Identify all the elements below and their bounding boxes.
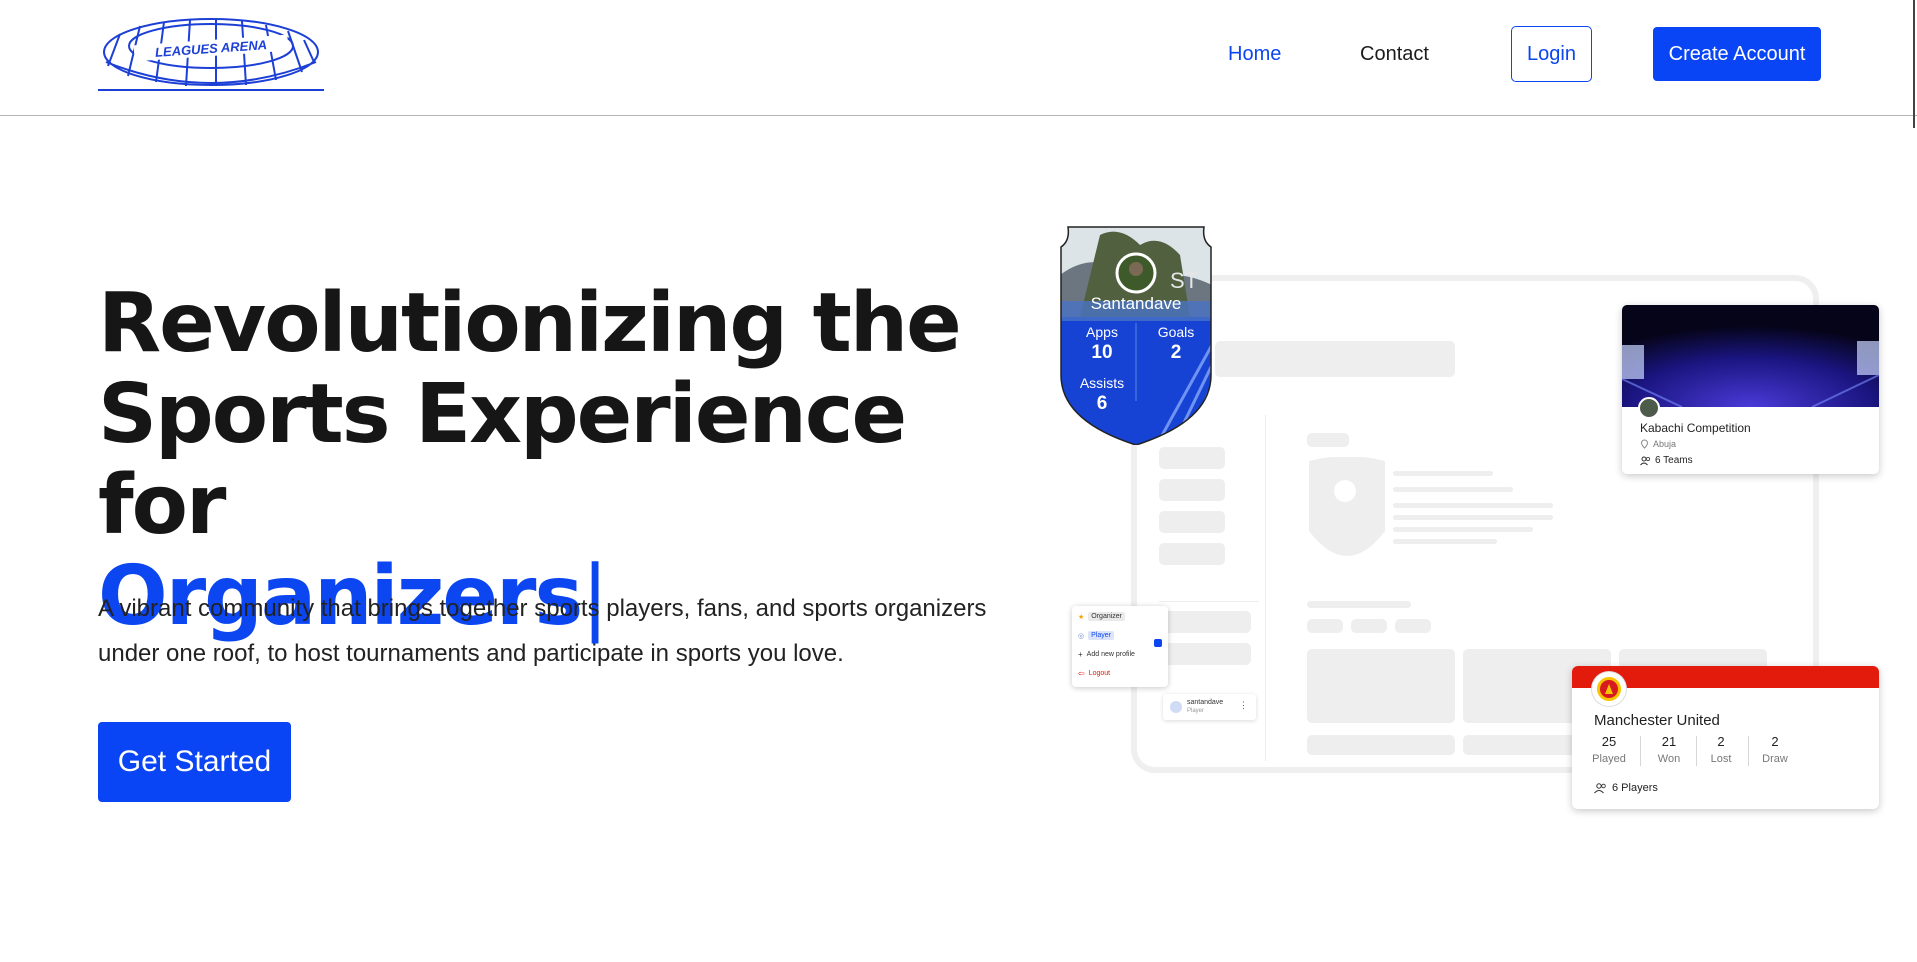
get-started-button[interactable]: Get Started (98, 722, 291, 802)
more-options-icon[interactable]: ⋮ (1239, 700, 1248, 711)
hero-title-line2: Sports Experience for (98, 367, 907, 553)
lost-value: 2 (1717, 734, 1725, 749)
users-icon (1594, 782, 1606, 793)
scrollbar[interactable] (1913, 0, 1915, 128)
competition-teams-text: 6 Teams (1655, 455, 1693, 466)
stadium-lights-image (1622, 305, 1879, 407)
competition-location-text: Abuja (1653, 439, 1677, 449)
competition-title: Kabachi Competition (1640, 421, 1751, 435)
menu-item-organizer[interactable]: ★ Organizer (1078, 612, 1126, 621)
selected-check-icon (1154, 639, 1162, 647)
logout-icon: ⇦ (1078, 669, 1085, 678)
apps-value: 10 (1091, 342, 1113, 363)
competition-location: Abuja (1640, 439, 1676, 449)
team-name: Manchester United (1594, 712, 1720, 729)
player-apps-stat: Apps 10 (1080, 324, 1124, 364)
draw-value: 2 (1771, 734, 1779, 749)
hero-title-line1: Revolutionizing the (98, 276, 962, 371)
location-pin-icon (1640, 439, 1649, 449)
won-value: 21 (1661, 734, 1677, 749)
profile-switch-menu: ★ Organizer ◎ Player + Add new profile ⇦… (1072, 606, 1168, 687)
leagues-arena-logo[interactable]: LEAGUES ARENA (98, 16, 324, 92)
competition-teams: 6 Teams (1640, 455, 1693, 466)
player-assists-stat: Assists 6 (1076, 375, 1128, 415)
team-players-text: 6 Players (1612, 782, 1658, 794)
apps-label: Apps (1086, 324, 1118, 340)
assists-label: Assists (1079, 375, 1125, 391)
plus-icon: + (1078, 650, 1083, 659)
team-stat-played: 25 Played (1584, 734, 1634, 765)
draw-label: Draw (1762, 753, 1788, 765)
team-stat-draw: 2 Draw (1750, 734, 1800, 765)
player-name: Santandave (1090, 294, 1182, 313)
lost-label: Lost (1710, 753, 1732, 765)
menu-item-logout[interactable]: ⇦ Logout (1078, 669, 1110, 678)
goals-label: Goals (1157, 324, 1195, 340)
played-value: 25 (1601, 734, 1617, 749)
organizer-label: Organizer (1088, 612, 1126, 621)
avatar (1170, 701, 1182, 713)
player-label: Player (1088, 631, 1114, 640)
profile-chip[interactable]: santandave Player ⋮ (1163, 694, 1256, 720)
competition-avatar (1638, 397, 1660, 419)
create-account-button[interactable]: Create Account (1653, 27, 1821, 81)
nav-contact-link[interactable]: Contact (1360, 43, 1429, 66)
stat-divider (1640, 736, 1641, 766)
team-card[interactable]: Manchester United 25 Played 21 Won 2 Lost 2… (1572, 666, 1879, 809)
won-label: Won (1657, 753, 1681, 765)
player-icon: ◎ (1078, 632, 1085, 640)
chip-name: santandave (1187, 699, 1224, 706)
assists-value: 6 (1096, 393, 1108, 414)
hero-description: A vibrant community that brings together… (98, 595, 987, 667)
played-label: Played (1592, 753, 1626, 765)
site-header: LEAGUES ARENA Home Contact Login Create … (0, 0, 1917, 116)
organizer-icon: ★ (1078, 613, 1085, 621)
team-crest-icon (1592, 672, 1626, 706)
add-profile-label: Add new profile (1086, 651, 1135, 658)
competition-card[interactable]: Kabachi Competition Abuja 6 Teams (1622, 305, 1879, 474)
menu-item-add-profile[interactable]: + Add new profile (1078, 650, 1135, 659)
logo-text: LEAGUES ARENA (155, 37, 268, 60)
goals-value: 2 (1170, 342, 1182, 363)
team-stat-lost: 2 Lost (1696, 734, 1746, 765)
stat-divider (1748, 736, 1749, 766)
player-position: ST (1170, 268, 1199, 293)
team-players: 6 Players (1594, 782, 1658, 794)
menu-item-player[interactable]: ◎ Player (1078, 631, 1114, 640)
login-button[interactable]: Login (1511, 26, 1592, 82)
team-stat-won: 21 Won (1644, 734, 1694, 765)
logout-label: Logout (1088, 670, 1111, 677)
player-goals-stat: Goals 2 (1154, 324, 1198, 364)
player-silhouette-icon (1309, 457, 1385, 556)
users-icon (1640, 456, 1651, 465)
chip-role: Player (1187, 708, 1205, 714)
nav-home-link[interactable]: Home (1228, 43, 1281, 66)
